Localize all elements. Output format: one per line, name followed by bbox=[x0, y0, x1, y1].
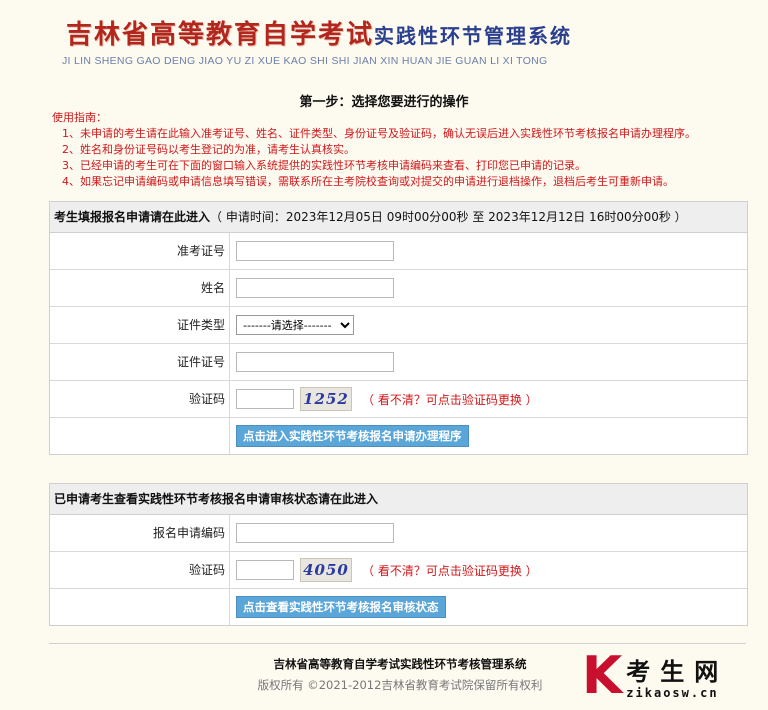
query-panel: 已申请考生查看实践性环节考核报名申请审核状态请在此进入 报名申请编码 验证码 4… bbox=[49, 483, 748, 626]
query-submit-row: 点击查看实践性环节考核报名审核状态 bbox=[50, 589, 747, 625]
id-type-row: 证件类型 -------请选择------- bbox=[50, 307, 747, 344]
app-code-row: 报名申请编码 bbox=[50, 515, 747, 552]
guide-heading: 使用指南： bbox=[52, 111, 107, 124]
guide-item: 2、姓名和身份证号码以考生登记的为准，请考生认真核实。 bbox=[62, 143, 355, 156]
id-no-row: 证件证号 bbox=[50, 344, 747, 381]
guide-item: 3、已经申请的考生可在下面的窗口输入系统提供的实践性环节考核申请编码来查看、打印… bbox=[62, 159, 586, 172]
id-no-input[interactable] bbox=[236, 352, 394, 372]
banner-title-part2: 实践性环节管理系统 bbox=[374, 24, 573, 48]
captcha-hint: （ 看不清？可点击验证码更换 ） bbox=[362, 392, 538, 407]
apply-submit-button[interactable]: 点击进入实践性环节考核报名申请办理程序 bbox=[236, 425, 469, 447]
watermark-cn: 考生网 bbox=[626, 657, 729, 686]
query-captcha-hint: （ 看不清？可点击验证码更换 ） bbox=[362, 563, 538, 578]
captcha-input[interactable] bbox=[236, 389, 294, 409]
name-row: 姓名 bbox=[50, 270, 747, 307]
submit-row: 点击进入实践性环节考核报名申请办理程序 bbox=[50, 418, 747, 454]
query-captcha-row: 验证码 4050 （ 看不清？可点击验证码更换 ） bbox=[50, 552, 747, 589]
guide-item: 1、未申请的考生请在此输入准考证号、姓名、证件类型、身份证号及验证码，确认无误后… bbox=[62, 127, 696, 140]
query-panel-header: 已申请考生查看实践性环节考核报名申请审核状态请在此进入 bbox=[50, 484, 747, 515]
query-submit-row-spacer bbox=[50, 589, 230, 625]
header-banner: 吉林省高等教育自学考试实践性环节管理系统 JI LIN SHENG GAO DE… bbox=[0, 0, 768, 80]
footer-divider bbox=[49, 643, 746, 644]
banner-title: 吉林省高等教育自学考试实践性环节管理系统 bbox=[66, 14, 572, 51]
query-captcha-label: 验证码 bbox=[50, 552, 230, 588]
name-input[interactable] bbox=[236, 278, 394, 298]
name-label: 姓名 bbox=[50, 270, 230, 306]
apply-panel-title: 考生填报报名申请请在此进入 bbox=[54, 210, 211, 224]
query-captcha-input[interactable] bbox=[236, 560, 294, 580]
id-type-label: 证件类型 bbox=[50, 307, 230, 343]
captcha-image[interactable]: 1252 bbox=[300, 387, 352, 411]
app-code-input[interactable] bbox=[236, 523, 394, 543]
banner-title-part1: 吉林省高等教育自学考试 bbox=[66, 20, 375, 50]
usage-guide: 使用指南： 1、未申请的考生请在此输入准考证号、姓名、证件类型、身份证号及验证码… bbox=[52, 110, 696, 190]
guide-item: 4、如果忘记申请编码或申请信息填写错误，需联系所在主考院校查询或对提交的申请进行… bbox=[62, 175, 674, 188]
exam-no-input[interactable] bbox=[236, 241, 394, 261]
watermark-logo: K 考生网 zikaosw.cn bbox=[582, 646, 729, 706]
step-title: 第一步：选择您要进行的操作 bbox=[299, 95, 469, 110]
app-code-label: 报名申请编码 bbox=[50, 515, 230, 551]
apply-panel-header: 考生填报报名申请请在此进入（ 申请时间：2023年12月05日 09时00分00… bbox=[50, 202, 747, 233]
query-captcha-image[interactable]: 4050 bbox=[300, 558, 352, 582]
submit-row-spacer bbox=[50, 418, 230, 454]
query-submit-button[interactable]: 点击查看实践性环节考核报名审核状态 bbox=[236, 596, 446, 618]
exam-no-label: 准考证号 bbox=[50, 233, 230, 269]
watermark-domain: zikaosw.cn bbox=[626, 686, 719, 700]
exam-no-row: 准考证号 bbox=[50, 233, 747, 270]
id-no-label: 证件证号 bbox=[50, 344, 230, 380]
apply-panel: 考生填报报名申请请在此进入（ 申请时间：2023年12月05日 09时00分00… bbox=[49, 201, 748, 455]
captcha-row: 验证码 1252 （ 看不清？可点击验证码更换 ） bbox=[50, 381, 747, 418]
banner-pinyin: JI LIN SHENG GAO DENG JIAO YU ZI XUE KAO… bbox=[62, 55, 548, 67]
id-type-select[interactable]: -------请选择------- bbox=[236, 315, 354, 335]
captcha-label: 验证码 bbox=[50, 381, 230, 417]
apply-time-info: （ 申请时间：2023年12月05日 09时00分00秒 至 2023年12月1… bbox=[210, 210, 687, 224]
watermark-k-icon: K bbox=[582, 646, 623, 706]
